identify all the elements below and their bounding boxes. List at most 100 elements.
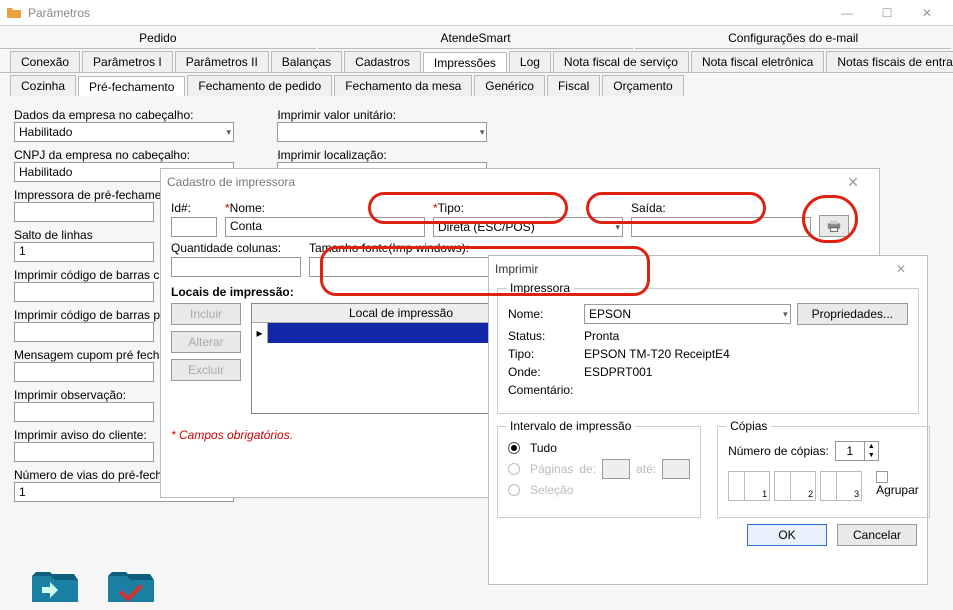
ate-input (662, 459, 690, 479)
properties-button[interactable]: Propriedades... (797, 303, 908, 325)
ok-button[interactable]: OK (747, 524, 827, 546)
print-close-button[interactable]: ✕ (881, 257, 921, 281)
msg-cupom-input[interactable] (14, 362, 154, 382)
tab-fiscal[interactable]: Fiscal (547, 75, 600, 96)
cancel-button[interactable]: Cancelar (837, 524, 917, 546)
printer-icon (826, 219, 842, 233)
imp-pre-input[interactable] (14, 202, 154, 222)
print-title: Imprimir (495, 262, 881, 276)
tab-pedido[interactable]: Pedido (0, 28, 316, 49)
tab-balancas[interactable]: Balanças (271, 51, 342, 72)
agrupar-label: Agrupar (876, 483, 919, 497)
spin-down-icon[interactable]: ▼ (864, 451, 878, 460)
copias-group: Cópias Número de cópias: 1 ▲▼ 1 1 2 2 3 … (717, 426, 930, 518)
cadastro-title: Cadastro de impressora (167, 175, 833, 189)
tipo-select[interactable]: Direta (ESC/POS)▾ (433, 217, 623, 237)
id-input[interactable] (171, 217, 217, 237)
qtdcol-label: Quantidade colunas: (171, 241, 301, 255)
tab-nfe[interactable]: Nota fiscal eletrônica (691, 51, 824, 72)
tab-prefechamento[interactable]: Pré-fechamento (78, 76, 185, 96)
chevron-down-icon: ▾ (226, 127, 231, 138)
agrupar-checkbox[interactable] (876, 471, 888, 483)
row-indicator-icon: ▸ (252, 323, 268, 343)
close-button[interactable]: ✕ (907, 1, 947, 25)
imp-cod-cu-input[interactable] (14, 282, 154, 302)
tab-param2[interactable]: Parâmetros II (175, 51, 269, 72)
footer-icons (30, 568, 156, 604)
tab-log[interactable]: Log (509, 51, 551, 72)
numcop-input[interactable]: 1 ▲▼ (835, 441, 879, 461)
id-label: Id#: (171, 201, 217, 215)
tabs-row2: Conexão Parâmetros I Parâmetros II Balan… (0, 49, 953, 73)
dados-cab-label: Dados da empresa no cabeçalho: (14, 108, 254, 122)
main-titlebar: Parâmetros — ☐ ✕ (0, 0, 953, 26)
spin-up-icon[interactable]: ▲ (864, 442, 878, 451)
salto-input[interactable]: 1 (14, 242, 154, 262)
excluir-button[interactable]: Excluir (171, 359, 241, 381)
tipo-value: EPSON TM-T20 ReceiptE4 (584, 347, 730, 361)
imp-valor-select[interactable]: ▾ (277, 122, 487, 142)
saida-input[interactable] (631, 217, 811, 237)
radio-paginas[interactable] (508, 463, 520, 475)
chevron-down-icon: ▾ (480, 127, 485, 138)
page-icon: 2 (790, 471, 816, 501)
print-titlebar: Imprimir ✕ (489, 256, 927, 282)
tamfonte-label: Tamanho fonte(Imp windows): (309, 241, 489, 255)
impressora-group: Impressora Nome: EPSON▾ Propriedades... … (497, 288, 919, 414)
alterar-button[interactable]: Alterar (171, 331, 241, 353)
chevron-down-icon: ▾ (615, 222, 620, 233)
coment-label: Comentário: (508, 383, 578, 397)
tamfonte-input[interactable] (309, 257, 489, 277)
nome-label: *Nome: (225, 201, 425, 215)
status-label: Status: (508, 329, 578, 343)
tabs-row3: Cozinha Pré-fechamento Fechamento de ped… (0, 73, 953, 96)
selecao-label: Seleção (530, 483, 573, 497)
print-dialog: Imprimir ✕ Impressora Nome: EPSON▾ Propr… (488, 255, 928, 585)
tab-param1[interactable]: Parâmetros I (82, 51, 173, 72)
tab-fechpedido[interactable]: Fechamento de pedido (187, 75, 332, 96)
radio-tudo[interactable] (508, 442, 520, 454)
qtdcol-input[interactable] (171, 257, 301, 277)
printer-lookup-button[interactable] (819, 215, 849, 237)
dados-cab-select[interactable]: Habilitado▾ (14, 122, 234, 142)
copias-legend: Cópias (726, 419, 771, 433)
status-value: Pronta (584, 329, 619, 343)
confirm-folder-icon[interactable] (106, 568, 156, 604)
incluir-button[interactable]: Incluir (171, 303, 241, 325)
tab-atendesmart[interactable]: AtendeSmart (318, 28, 634, 49)
numcop-label: Número de cópias: (728, 444, 829, 458)
intervalo-legend: Intervalo de impressão (506, 419, 635, 433)
printer-select[interactable]: EPSON▾ (584, 304, 791, 324)
radio-selecao[interactable] (508, 484, 520, 496)
tab-config-email[interactable]: Configurações do e-mail (635, 28, 951, 49)
tab-fechmesa[interactable]: Fechamento da mesa (334, 75, 472, 96)
tab-cadastros[interactable]: Cadastros (344, 51, 421, 72)
cnpj-cab-label: CNPJ da empresa no cabeçalho: (14, 148, 254, 162)
tab-conexao[interactable]: Conexão (10, 51, 80, 72)
paginas-label: Páginas (530, 462, 573, 476)
top-tabs: Pedido AtendeSmart Configurações do e-ma… (0, 26, 953, 49)
tipo-label: *Tipo: (433, 201, 623, 215)
imp-obs-input[interactable] (14, 402, 154, 422)
folder-icon (6, 5, 22, 21)
tab-nfservico[interactable]: Nota fiscal de serviço (553, 51, 689, 72)
main-title: Parâmetros (28, 6, 827, 20)
imp-aviso-input[interactable] (14, 442, 154, 462)
onde-label: Onde: (508, 365, 578, 379)
tudo-label: Tudo (530, 441, 557, 455)
tab-cozinha[interactable]: Cozinha (10, 75, 76, 96)
minimize-button[interactable]: — (827, 1, 867, 25)
tab-nfentrada[interactable]: Notas fiscais de entrada (826, 51, 953, 72)
imp-cod-pr-input[interactable] (14, 322, 154, 342)
chevron-down-icon: ▾ (783, 309, 788, 320)
cadastro-close-button[interactable]: ✕ (833, 170, 873, 194)
cadastro-titlebar: Cadastro de impressora ✕ (161, 169, 879, 195)
copies-icons: 1 1 2 2 3 3 (728, 471, 862, 501)
tab-orcamento[interactable]: Orçamento (602, 75, 683, 96)
save-folder-icon[interactable] (30, 568, 80, 604)
impressora-legend: Impressora (506, 281, 574, 295)
maximize-button[interactable]: ☐ (867, 1, 907, 25)
nome-input[interactable]: Conta (225, 217, 425, 237)
tab-generico[interactable]: Genérico (474, 75, 545, 96)
tab-impressoes[interactable]: Impressões (423, 52, 507, 72)
